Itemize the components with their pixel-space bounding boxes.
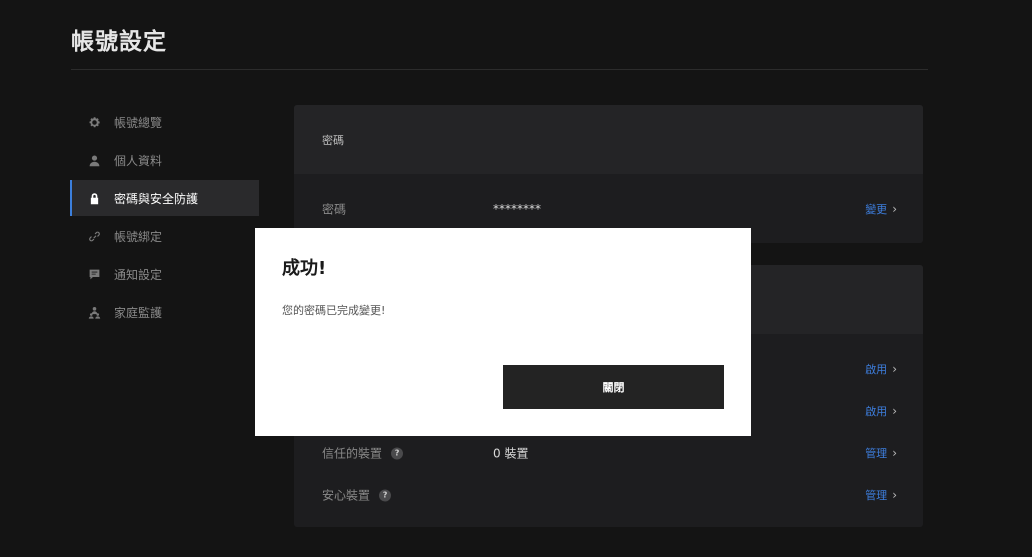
dialog-message: 您的密碼已完成變更! (282, 304, 386, 317)
success-dialog: 成功! 您的密碼已完成變更! 關閉 (255, 228, 751, 436)
close-button[interactable]: 關閉 (503, 365, 724, 409)
dialog-title: 成功! (282, 258, 327, 279)
